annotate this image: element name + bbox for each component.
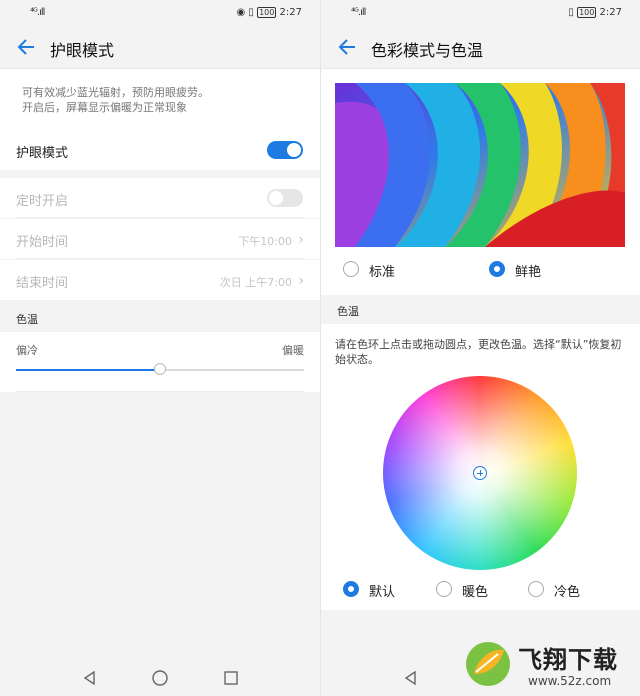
- cool-label: 冷色: [554, 585, 581, 600]
- warm-radio[interactable]: [436, 581, 452, 597]
- title-bar: 护眼模式: [0, 28, 320, 68]
- start-time-label: 开始时间: [16, 235, 69, 250]
- color-preview-image: [335, 83, 625, 247]
- start-time-value: 下午10:00: [238, 235, 292, 248]
- description-line-1: 可有效减少蓝光辐射，预防用眼疲劳。: [22, 86, 209, 99]
- default-label: 默认: [369, 585, 396, 600]
- end-time-row[interactable]: 结束时间 次日 上午7:00 ›: [0, 260, 320, 300]
- color-mode-card: 标准 鲜艳: [321, 68, 640, 295]
- clock: 2:27: [279, 7, 302, 18]
- start-time-row[interactable]: 开始时间 下午10:00 ›: [0, 219, 320, 259]
- nav-back-icon[interactable]: [403, 670, 419, 686]
- chevron-right-icon: ›: [298, 273, 304, 289]
- schedule-toggle[interactable]: [267, 189, 303, 207]
- wheel-handle-icon[interactable]: [473, 466, 487, 480]
- page-title: 色彩模式与色温: [371, 41, 484, 60]
- temp-presets: 默认 暖色 冷色: [321, 572, 640, 608]
- color-temp-section-header: 色温: [321, 296, 640, 324]
- standard-radio[interactable]: [343, 261, 359, 277]
- slider-fill: [16, 369, 160, 371]
- warm-label: 暖色: [462, 585, 489, 600]
- end-time-label: 结束时间: [16, 276, 69, 291]
- vivid-radio[interactable]: [489, 261, 505, 277]
- eye-mode-label: 护眼模式: [16, 146, 69, 161]
- divider: [16, 391, 304, 392]
- default-radio[interactable]: [343, 581, 359, 597]
- warm-label: 偏暖: [282, 344, 304, 357]
- vibrate-icon: ▯: [568, 7, 574, 18]
- eye-icon: ◉: [236, 7, 246, 18]
- vibrate-icon: ▯: [248, 7, 254, 18]
- eye-mode-card: 可有效减少蓝光辐射，预防用眼疲劳。 开启后，屏幕显示偏暖为正常现象 护眼模式: [0, 68, 320, 170]
- page-title: 护眼模式: [50, 41, 115, 60]
- battery-level: 100: [257, 7, 277, 18]
- status-bar: ⁴ᴳ.ıll ◉ ▯ 100 2:27: [0, 0, 320, 28]
- eye-mode-toggle[interactable]: [267, 141, 303, 159]
- temp-slider[interactable]: [16, 363, 304, 375]
- schedule-row[interactable]: 定时开启: [0, 178, 320, 218]
- section-title: 色温: [337, 305, 359, 318]
- description-line-2: 开启后，屏幕显示偏暖为正常现象: [22, 101, 187, 114]
- nav-bar: [0, 660, 320, 696]
- temp-slider-card: 偏冷 偏暖: [0, 332, 320, 392]
- status-right: ▯ 100 2:27: [568, 7, 622, 18]
- cool-label: 偏冷: [16, 344, 38, 357]
- leaf-logo-icon: [466, 642, 510, 686]
- nav-recents-icon[interactable]: [223, 670, 239, 686]
- cool-radio[interactable]: [528, 581, 544, 597]
- watermark-brand: 飞翔下载: [518, 646, 618, 674]
- chevron-right-icon: ›: [298, 232, 304, 248]
- vivid-label: 鲜艳: [515, 265, 542, 280]
- slider-thumb[interactable]: [154, 363, 166, 375]
- signal-indicator: ⁴ᴳ.ıll: [30, 7, 45, 18]
- nav-back-icon[interactable]: [82, 670, 98, 686]
- status-bar: ⁴ᴳ.ıll ▯ 100 2:27: [321, 0, 640, 28]
- color-temp-help: 请在色环上点击或拖动圆点，更改色温。选择“默认”恢复初始状态。: [335, 338, 622, 366]
- back-arrow-icon[interactable]: [14, 34, 40, 60]
- back-arrow-icon[interactable]: [335, 34, 361, 60]
- eye-comfort-screen: ⁴ᴳ.ıll ◉ ▯ 100 2:27 护眼模式 可有效减少蓝光辐射，预防用眼疲…: [0, 0, 320, 696]
- divider: [16, 217, 304, 218]
- eye-mode-row[interactable]: 护眼模式: [0, 130, 320, 170]
- divider: [16, 258, 304, 259]
- battery-level: 100: [577, 7, 597, 18]
- title-bar: 色彩模式与色温: [321, 28, 640, 68]
- clock: 2:27: [599, 7, 622, 18]
- nav-home-icon[interactable]: [151, 669, 169, 687]
- standard-label: 标准: [369, 265, 396, 280]
- status-right: ◉ ▯ 100 2:27: [236, 7, 302, 18]
- signal-indicator: ⁴ᴳ.ıll: [351, 7, 366, 18]
- color-temperature-wheel[interactable]: [383, 376, 577, 570]
- toggle-knob: [287, 143, 301, 157]
- color-temp-section-header: 色温: [0, 304, 320, 332]
- end-time-value: 次日 上午7:00: [219, 276, 292, 289]
- color-mode-screen: ⁴ᴳ.ıll ▯ 100 2:27 色彩模式与色温 标准 鲜艳 色温 请在色环上…: [320, 0, 640, 696]
- schedule-label: 定时开启: [16, 194, 69, 209]
- section-title: 色温: [16, 313, 38, 326]
- watermark: 飞翔下载 www.52z.com: [462, 634, 640, 696]
- toggle-knob: [269, 191, 283, 205]
- watermark-url: www.52z.com: [528, 674, 612, 688]
